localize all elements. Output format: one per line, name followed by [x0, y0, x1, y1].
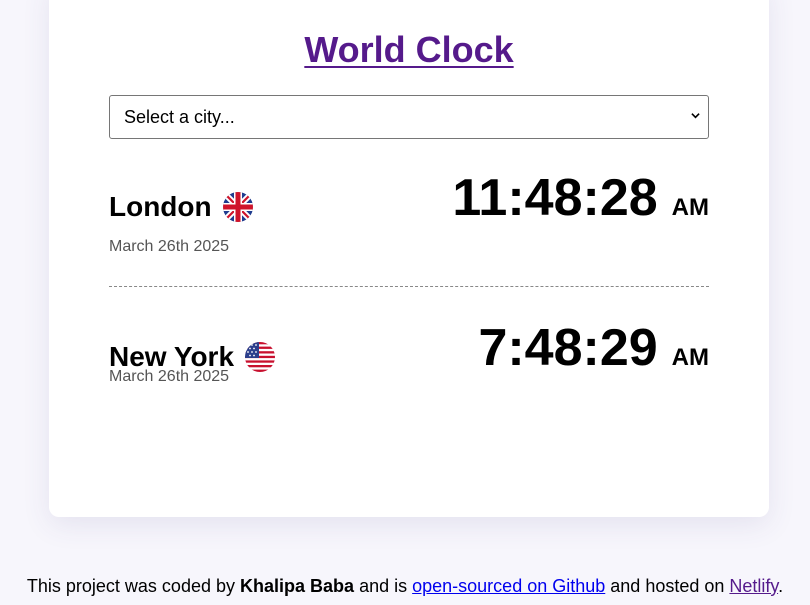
city-row-new-york: New York March 26th 2025 7:48:29 AM: [109, 319, 709, 419]
footer-author: Khalipa Baba: [240, 576, 355, 596]
time-value: 11:48:28: [452, 169, 658, 227]
footer-middle: and is: [359, 576, 408, 596]
footer: This project was coded by Khalipa Baba a…: [0, 575, 810, 597]
uk-flag-icon: [222, 192, 253, 222]
city-name-label: London: [109, 191, 212, 222]
us-flag-icon: [245, 342, 276, 372]
netlify-link[interactable]: Netlify: [729, 576, 778, 596]
title-link[interactable]: World Clock: [304, 29, 513, 70]
footer-hosted: and hosted on: [610, 576, 725, 596]
world-clock-card: World Clock Select a city... London Marc…: [49, 0, 769, 517]
time-value: 7:48:29: [478, 319, 658, 377]
city-name: London: [109, 190, 253, 224]
page-title: World Clock: [49, 27, 769, 73]
footer-prefix: This project was coded by: [26, 576, 235, 596]
city-select[interactable]: Select a city...: [109, 95, 709, 139]
city-select-value: Select a city...: [124, 107, 235, 127]
city-date: March 26th 2025: [109, 238, 230, 255]
github-link[interactable]: open-sourced on Github: [412, 576, 605, 596]
city-row-london: London March 26th 2025 11:48:28 AM: [109, 169, 709, 270]
time-ampm: AM: [671, 194, 709, 221]
city-time: 7:48:29 AM: [478, 318, 709, 378]
footer-suffix: .: [778, 576, 784, 596]
city-divider: [109, 286, 709, 287]
chevron-down-icon: [691, 113, 700, 119]
city-date: March 26th 2025: [109, 368, 230, 385]
city-time: 11:48:28 AM: [452, 168, 709, 228]
time-ampm: AM: [671, 344, 709, 371]
